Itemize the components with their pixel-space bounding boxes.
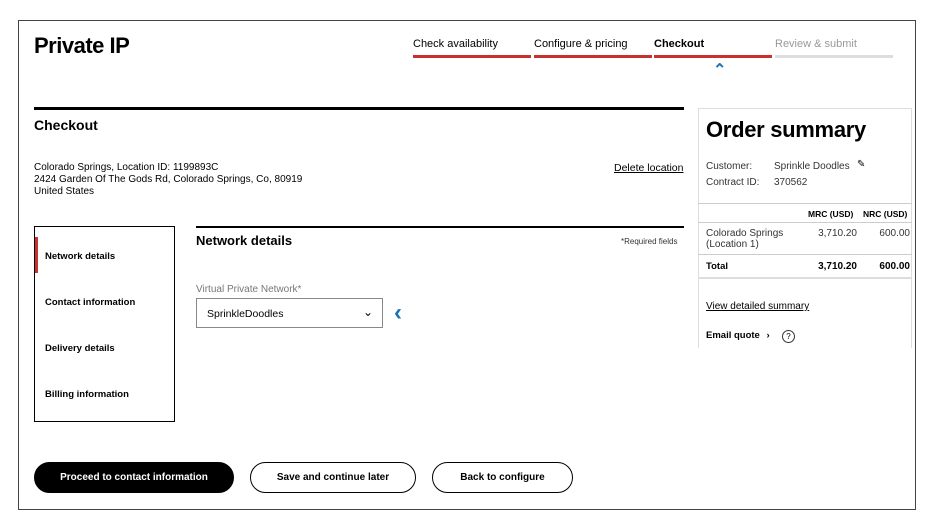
- chevron-right-icon: ›: [766, 330, 770, 341]
- required-fields-note: *Required fields: [621, 237, 678, 246]
- active-indicator: [35, 237, 38, 273]
- step-configure-pricing[interactable]: Configure & pricing: [534, 38, 652, 58]
- checkout-heading: Checkout: [34, 117, 98, 133]
- customer-value: Sprinkle Doodles: [774, 161, 850, 172]
- nav-contact-information[interactable]: Contact information: [45, 297, 135, 308]
- total-nrc: 600.00: [879, 261, 910, 272]
- email-quote-label: Email quote: [706, 330, 760, 341]
- nrc-header: NRC (USD): [863, 209, 908, 219]
- location-nrc: 600.00: [879, 228, 910, 239]
- total-label: Total: [706, 261, 728, 272]
- step-checkout[interactable]: Checkout: [654, 38, 772, 58]
- location-name: Colorado Springs (Location 1): [706, 228, 784, 250]
- email-quote-button[interactable]: Email quote ›: [706, 330, 770, 341]
- chevron-up-icon: ⌃: [713, 62, 727, 79]
- network-divider: [196, 226, 684, 228]
- step-check-availability[interactable]: Check availability: [413, 38, 531, 58]
- contract-value: 370562: [774, 177, 808, 188]
- network-details-heading: Network details: [196, 233, 293, 248]
- page-title: Private IP: [34, 33, 130, 58]
- section-divider: [34, 107, 684, 110]
- location-mrc: 3,710.20: [818, 228, 857, 239]
- address-line: 2424 Garden Of The Gods Rd, Colorado Spr…: [34, 174, 303, 185]
- view-detailed-summary-link[interactable]: View detailed summary: [706, 301, 809, 312]
- vpn-selected-value: SprinkleDoodles: [207, 308, 284, 320]
- pencil-icon[interactable]: ✎: [857, 159, 865, 170]
- vpn-select[interactable]: SprinkleDoodles ⌄: [196, 298, 383, 328]
- proceed-button[interactable]: Proceed to contact information: [34, 462, 234, 493]
- checkout-side-nav: Network details Contact information Deli…: [34, 226, 175, 422]
- step-review-submit: Review & submit: [775, 38, 893, 58]
- vpn-label: Virtual Private Network*: [196, 284, 302, 295]
- total-mrc: 3,710.20: [818, 261, 857, 272]
- chevron-down-icon: ⌄: [362, 305, 373, 319]
- chevron-left-icon[interactable]: ‹: [394, 298, 402, 328]
- nav-billing-information[interactable]: Billing information: [45, 389, 129, 400]
- address-line: Colorado Springs, Location ID: 1199893C: [34, 162, 219, 173]
- delete-location-link[interactable]: Delete location: [614, 162, 683, 174]
- address-line: United States: [34, 186, 95, 197]
- location-address: Colorado Springs, Location ID: 1199893C …: [34, 162, 302, 198]
- help-icon[interactable]: ?: [782, 330, 795, 343]
- back-to-configure-button[interactable]: Back to configure: [432, 462, 573, 493]
- save-continue-later-button[interactable]: Save and continue later: [250, 462, 416, 493]
- mrc-header: MRC (USD): [808, 209, 854, 219]
- nav-network-details[interactable]: Network details: [45, 251, 115, 262]
- customer-label: Customer:: [706, 161, 753, 172]
- nav-delivery-details[interactable]: Delivery details: [45, 343, 115, 354]
- order-summary-title: Order summary: [706, 117, 866, 142]
- contract-label: Contract ID:: [706, 177, 760, 188]
